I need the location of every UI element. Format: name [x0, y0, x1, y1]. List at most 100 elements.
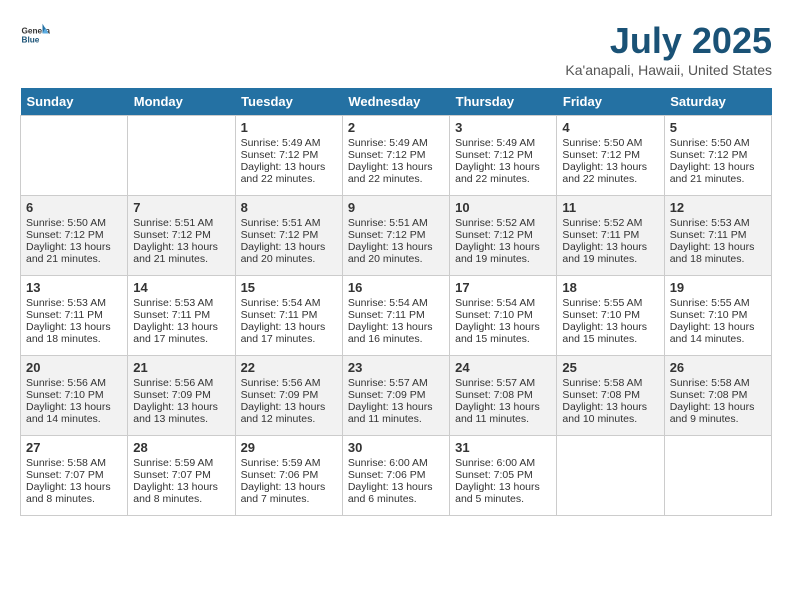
daylight-text: Daylight: 13 hours and 8 minutes. — [26, 481, 122, 505]
calendar-cell: 23Sunrise: 5:57 AMSunset: 7:09 PMDayligh… — [342, 356, 449, 436]
day-number: 18 — [562, 280, 658, 295]
calendar-cell: 18Sunrise: 5:55 AMSunset: 7:10 PMDayligh… — [557, 276, 664, 356]
day-number: 12 — [670, 200, 766, 215]
sunset-text: Sunset: 7:07 PM — [133, 469, 229, 481]
daylight-text: Daylight: 13 hours and 22 minutes. — [455, 161, 551, 185]
week-row-5: 27Sunrise: 5:58 AMSunset: 7:07 PMDayligh… — [21, 436, 772, 516]
day-number: 23 — [348, 360, 444, 375]
sunset-text: Sunset: 7:12 PM — [26, 229, 122, 241]
daylight-text: Daylight: 13 hours and 16 minutes. — [348, 321, 444, 345]
sunset-text: Sunset: 7:12 PM — [348, 149, 444, 161]
calendar-cell: 24Sunrise: 5:57 AMSunset: 7:08 PMDayligh… — [450, 356, 557, 436]
sunrise-text: Sunrise: 5:53 AM — [133, 297, 229, 309]
calendar-cell: 10Sunrise: 5:52 AMSunset: 7:12 PMDayligh… — [450, 196, 557, 276]
sunset-text: Sunset: 7:12 PM — [562, 149, 658, 161]
daylight-text: Daylight: 13 hours and 22 minutes. — [348, 161, 444, 185]
calendar-cell: 31Sunrise: 6:00 AMSunset: 7:05 PMDayligh… — [450, 436, 557, 516]
sunset-text: Sunset: 7:12 PM — [133, 229, 229, 241]
day-number: 10 — [455, 200, 551, 215]
calendar-cell: 5 Sunrise: 5:50 AMSunset: 7:12 PMDaylight… — [664, 116, 771, 196]
sunrise-text: Sunrise: 5:51 AM — [133, 217, 229, 229]
day-number: 28 — [133, 440, 229, 455]
day-number: 30 — [348, 440, 444, 455]
daylight-text: Daylight: 13 hours and 21 minutes. — [670, 161, 766, 185]
daylight-text: Daylight: 13 hours and 13 minutes. — [133, 401, 229, 425]
sunrise-text: Sunrise: 5:53 AM — [670, 217, 766, 229]
daylight-text: Daylight: 13 hours and 11 minutes. — [348, 401, 444, 425]
daylight-text: Daylight: 13 hours and 9 minutes. — [670, 401, 766, 425]
calendar-table: SundayMondayTuesdayWednesdayThursdayFrid… — [20, 88, 772, 516]
weekday-header-wednesday: Wednesday — [342, 88, 449, 116]
calendar-cell: 22Sunrise: 5:56 AMSunset: 7:09 PMDayligh… — [235, 356, 342, 436]
daylight-text: Daylight: 13 hours and 6 minutes. — [348, 481, 444, 505]
sunset-text: Sunset: 7:11 PM — [26, 309, 122, 321]
calendar-cell: 14Sunrise: 5:53 AMSunset: 7:11 PMDayligh… — [128, 276, 235, 356]
daylight-text: Daylight: 13 hours and 21 minutes. — [133, 241, 229, 265]
sunset-text: Sunset: 7:07 PM — [26, 469, 122, 481]
day-number: 21 — [133, 360, 229, 375]
weekday-header-thursday: Thursday — [450, 88, 557, 116]
sunset-text: Sunset: 7:08 PM — [455, 389, 551, 401]
sunrise-text: Sunrise: 5:58 AM — [670, 377, 766, 389]
subtitle: Ka'anapali, Hawaii, United States — [565, 62, 772, 78]
calendar-cell: 3Sunrise: 5:49 AMSunset: 7:12 PMDaylight… — [450, 116, 557, 196]
calendar-cell: 20Sunrise: 5:56 AMSunset: 7:10 PMDayligh… — [21, 356, 128, 436]
sunset-text: Sunset: 7:11 PM — [670, 229, 766, 241]
sunrise-text: Sunrise: 5:58 AM — [562, 377, 658, 389]
sunset-text: Sunset: 7:12 PM — [241, 149, 337, 161]
sunrise-text: Sunrise: 5:57 AM — [348, 377, 444, 389]
calendar-cell: 9Sunrise: 5:51 AMSunset: 7:12 PMDaylight… — [342, 196, 449, 276]
sunrise-text: Sunrise: 6:00 AM — [348, 457, 444, 469]
weekday-header-saturday: Saturday — [664, 88, 771, 116]
sunrise-text: Sunrise: 5:56 AM — [133, 377, 229, 389]
day-number: 4 — [562, 120, 658, 135]
sunset-text: Sunset: 7:10 PM — [670, 309, 766, 321]
sunrise-text: Sunrise: 5:54 AM — [455, 297, 551, 309]
day-number: 26 — [670, 360, 766, 375]
weekday-header-tuesday: Tuesday — [235, 88, 342, 116]
sunrise-text: Sunrise: 5:59 AM — [133, 457, 229, 469]
sunrise-text: Sunrise: 5:49 AM — [348, 137, 444, 149]
calendar-cell: 25Sunrise: 5:58 AMSunset: 7:08 PMDayligh… — [557, 356, 664, 436]
daylight-text: Daylight: 13 hours and 5 minutes. — [455, 481, 551, 505]
sunrise-text: Sunrise: 5:49 AM — [241, 137, 337, 149]
week-row-4: 20Sunrise: 5:56 AMSunset: 7:10 PMDayligh… — [21, 356, 772, 436]
daylight-text: Daylight: 13 hours and 11 minutes. — [455, 401, 551, 425]
weekday-header-friday: Friday — [557, 88, 664, 116]
calendar-cell: 2Sunrise: 5:49 AMSunset: 7:12 PMDaylight… — [342, 116, 449, 196]
day-number: 16 — [348, 280, 444, 295]
day-number: 20 — [26, 360, 122, 375]
daylight-text: Daylight: 13 hours and 15 minutes. — [562, 321, 658, 345]
daylight-text: Daylight: 13 hours and 20 minutes. — [241, 241, 337, 265]
day-number: 11 — [562, 200, 658, 215]
sunrise-text: Sunrise: 5:54 AM — [348, 297, 444, 309]
sunset-text: Sunset: 7:10 PM — [455, 309, 551, 321]
calendar-cell — [128, 116, 235, 196]
daylight-text: Daylight: 13 hours and 21 minutes. — [26, 241, 122, 265]
sunset-text: Sunset: 7:06 PM — [241, 469, 337, 481]
calendar-cell: 8Sunrise: 5:51 AMSunset: 7:12 PMDaylight… — [235, 196, 342, 276]
calendar-cell: 4Sunrise: 5:50 AMSunset: 7:12 PMDaylight… — [557, 116, 664, 196]
sunset-text: Sunset: 7:12 PM — [348, 229, 444, 241]
day-number: 15 — [241, 280, 337, 295]
calendar-cell — [21, 116, 128, 196]
sunset-text: Sunset: 7:10 PM — [26, 389, 122, 401]
sunrise-text: Sunrise: 5:56 AM — [26, 377, 122, 389]
sunrise-text: Sunrise: 5:57 AM — [455, 377, 551, 389]
day-number: 5 — [670, 120, 766, 135]
sunrise-text: Sunrise: 5:53 AM — [26, 297, 122, 309]
title-area: July 2025 Ka'anapali, Hawaii, United Sta… — [565, 20, 772, 78]
sunset-text: Sunset: 7:06 PM — [348, 469, 444, 481]
sunrise-text: Sunrise: 5:51 AM — [348, 217, 444, 229]
daylight-text: Daylight: 13 hours and 10 minutes. — [562, 401, 658, 425]
sunrise-text: Sunrise: 5:56 AM — [241, 377, 337, 389]
day-number: 25 — [562, 360, 658, 375]
sunset-text: Sunset: 7:12 PM — [670, 149, 766, 161]
day-number: 1 — [241, 120, 337, 135]
sunrise-text: Sunrise: 5:50 AM — [562, 137, 658, 149]
day-number: 17 — [455, 280, 551, 295]
daylight-text: Daylight: 13 hours and 17 minutes. — [133, 321, 229, 345]
day-number: 27 — [26, 440, 122, 455]
sunrise-text: Sunrise: 5:50 AM — [670, 137, 766, 149]
week-row-1: 1Sunrise: 5:49 AMSunset: 7:12 PMDaylight… — [21, 116, 772, 196]
